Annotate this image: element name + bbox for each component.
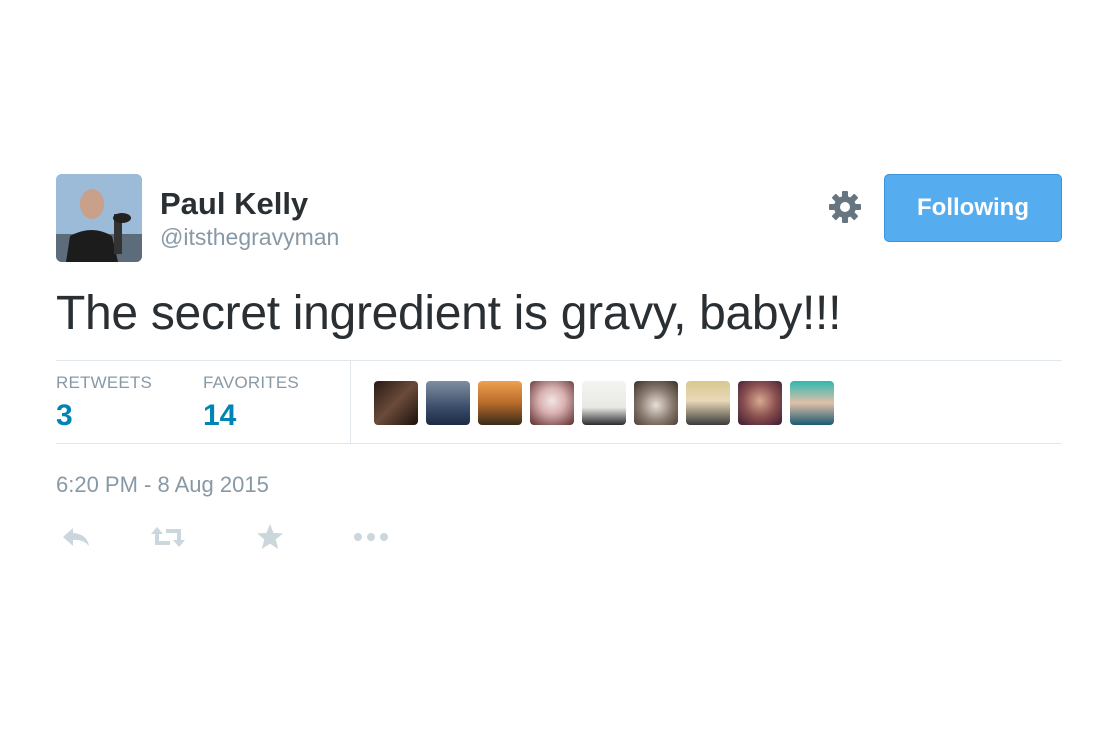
author-avatar[interactable] xyxy=(56,174,142,262)
favoriter-avatar[interactable] xyxy=(790,381,834,425)
favoriter-avatar[interactable] xyxy=(582,381,626,425)
favoriter-avatar[interactable] xyxy=(738,381,782,425)
gear-icon[interactable] xyxy=(828,190,862,224)
favoriter-avatar[interactable] xyxy=(478,381,522,425)
tweet-stats: RETWEETS 3 FAVORITES 14 xyxy=(56,360,1062,444)
star-icon[interactable] xyxy=(250,520,290,554)
favoriter-avatar[interactable] xyxy=(426,381,470,425)
tweet-timestamp[interactable]: 6:20 PM - 8 Aug 2015 xyxy=(56,472,1062,498)
following-button[interactable]: Following xyxy=(884,174,1062,242)
reply-icon[interactable] xyxy=(56,520,96,554)
more-dots-icon[interactable] xyxy=(351,520,391,554)
tweet-card: Paul Kelly @itsthegravyman Following The… xyxy=(56,172,1062,560)
author-handle[interactable]: @itsthegravyman xyxy=(160,224,339,251)
favoriter-avatar[interactable] xyxy=(530,381,574,425)
favoriter-avatar[interactable] xyxy=(374,381,418,425)
author-name[interactable]: Paul Kelly xyxy=(160,186,308,222)
favoriter-avatar[interactable] xyxy=(634,381,678,425)
favorites-count: 14 xyxy=(203,399,237,432)
favoriter-avatar[interactable] xyxy=(686,381,730,425)
tweet-header: Paul Kelly @itsthegravyman Following xyxy=(56,172,1062,264)
tweet-text: The secret ingredient is gravy, baby!!! xyxy=(56,287,842,340)
favorites-stat[interactable]: FAVORITES 14 xyxy=(203,373,299,433)
retweet-icon[interactable] xyxy=(148,520,188,554)
favorites-label: FAVORITES xyxy=(203,373,299,392)
retweets-label: RETWEETS xyxy=(56,373,153,392)
retweets-stat[interactable]: RETWEETS 3 xyxy=(56,373,152,433)
favoriters-avatars xyxy=(374,381,834,425)
stats-divider xyxy=(350,361,351,443)
tweet-actions xyxy=(56,520,1062,560)
retweets-count: 3 xyxy=(56,399,73,432)
